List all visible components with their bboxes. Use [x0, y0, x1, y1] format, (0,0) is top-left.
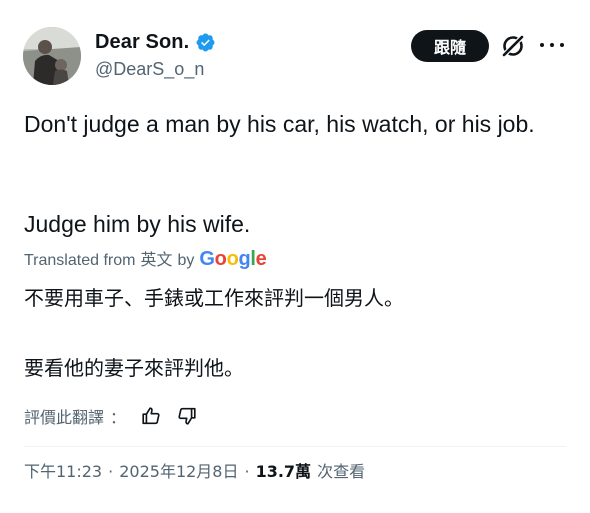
thumbs-up-icon[interactable]	[140, 405, 162, 427]
avatar-photo	[23, 27, 81, 85]
tweet-text-paragraph-2: Judge him by his wife.	[24, 211, 251, 237]
views-label: 次查看	[317, 462, 366, 481]
verified-badge-icon[interactable]	[195, 32, 216, 53]
avatar[interactable]	[23, 27, 81, 85]
thumbs-down-icon[interactable]	[176, 405, 198, 427]
tweet-text-paragraph-1: Don't judge a man by his car, his watch,…	[24, 111, 535, 137]
meta-separator: ·	[244, 462, 250, 481]
author-block: Dear Son. @DearS_o_n	[95, 30, 216, 80]
tweet-time[interactable]: 下午11:23	[24, 458, 102, 482]
translated-from-language: 英文	[140, 250, 173, 269]
translated-from-label: Translated from	[24, 252, 136, 269]
meta-separator: ·	[108, 462, 114, 481]
rate-translation-label: 評價此翻譯	[24, 408, 105, 427]
follow-button[interactable]: 跟隨	[411, 30, 489, 62]
handle[interactable]: @DearS_o_n	[95, 59, 216, 80]
more-icon[interactable]	[540, 37, 564, 53]
tweet-meta: 下午11:23 · 2025年12月8日 · 13.7萬 次查看	[24, 458, 365, 482]
translation-line-1: 不要用車子、手錶或工作來評判一個男人。	[24, 286, 404, 310]
grok-icon[interactable]	[500, 33, 526, 59]
translated-from[interactable]: Translated from 英文 by Google	[24, 246, 267, 271]
display-name[interactable]: Dear Son.	[95, 31, 189, 54]
google-logo: Google	[199, 248, 267, 270]
rate-translation: 評價此翻譯 ：	[24, 404, 198, 428]
tweet-card: Dear Son. @DearS_o_n 跟隨 Don't judge a ma…	[0, 0, 590, 513]
translated-by-label: by	[177, 252, 195, 269]
rate-translation-colon: ：	[110, 408, 127, 427]
views-count[interactable]: 13.7萬	[256, 458, 311, 482]
divider	[24, 446, 566, 447]
translation-line-2: 要看他的妻子來評判他。	[24, 356, 244, 380]
tweet-date[interactable]: 2025年12月8日	[119, 458, 238, 482]
name-row: Dear Son.	[95, 30, 216, 54]
